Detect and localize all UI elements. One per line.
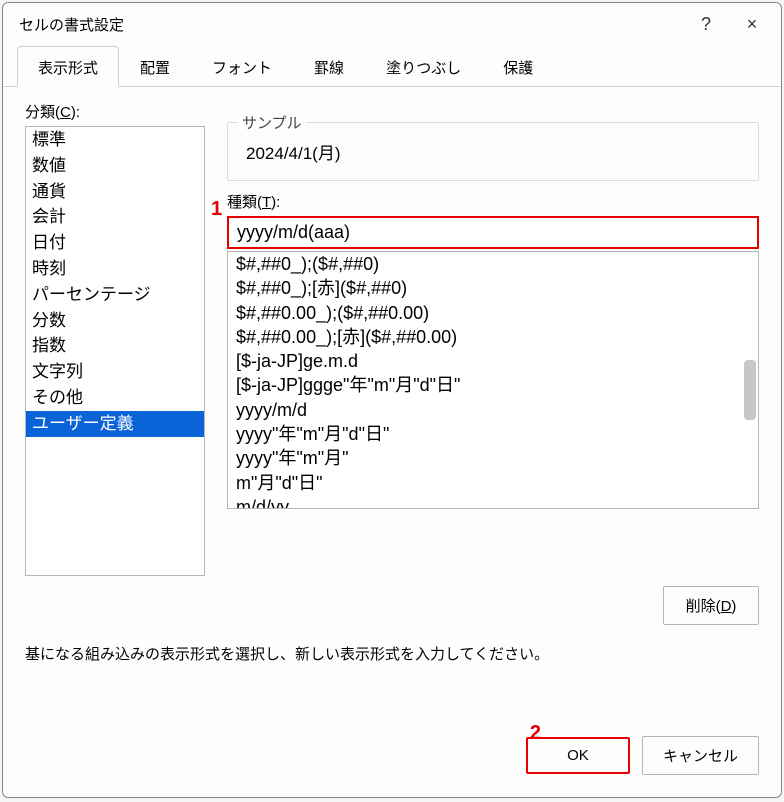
tab-content: 分類(C): 標準 数値 通貨 会計 日付 時刻 パーセンテージ 分数 指数 文… xyxy=(3,87,781,722)
list-item[interactable]: 会計 xyxy=(26,204,204,230)
close-button[interactable]: × xyxy=(729,3,775,45)
type-input[interactable] xyxy=(227,216,759,249)
list-item[interactable]: $#,##0_);[赤]($#,##0) xyxy=(228,276,758,300)
list-item[interactable]: yyyy"年"m"月" xyxy=(228,446,758,470)
list-item[interactable]: 文字列 xyxy=(26,359,204,385)
tab-fill[interactable]: 塗りつぶし xyxy=(365,46,482,87)
category-label: 分類(C): xyxy=(25,101,205,122)
list-item[interactable]: 通貨 xyxy=(26,179,204,205)
tab-protection[interactable]: 保護 xyxy=(482,46,554,87)
list-item[interactable]: 時刻 xyxy=(26,256,204,282)
list-item[interactable]: $#,##0_);($#,##0) xyxy=(228,252,758,276)
type-label: 種類(T): xyxy=(227,191,759,212)
list-item[interactable]: [$-ja-JP]ggge"年"m"月"d"日" xyxy=(228,373,758,397)
list-item[interactable]: $#,##0.00_);($#,##0.00) xyxy=(228,301,758,325)
tab-border[interactable]: 罫線 xyxy=(293,46,365,87)
category-listbox[interactable]: 標準 数値 通貨 会計 日付 時刻 パーセンテージ 分数 指数 文字列 その他 … xyxy=(25,126,205,576)
sample-legend: サンプル xyxy=(238,112,306,133)
list-item[interactable]: m"月"d"日" xyxy=(228,471,758,495)
list-item[interactable]: 数値 xyxy=(26,153,204,179)
list-item[interactable]: m/d/yy xyxy=(228,495,758,509)
type-listbox[interactable]: $#,##0_);($#,##0) $#,##0_);[赤]($#,##0) $… xyxy=(227,251,759,509)
cancel-button[interactable]: キャンセル xyxy=(642,736,759,775)
delete-button[interactable]: 削除(D) xyxy=(663,586,759,625)
list-item[interactable]: yyyy/m/d xyxy=(228,398,758,422)
list-item[interactable]: 標準 xyxy=(26,127,204,153)
list-item[interactable]: パーセンテージ xyxy=(26,282,204,308)
format-cells-dialog: セルの書式設定 ? × 表示形式 配置 フォント 罫線 塗りつぶし 保護 分類(… xyxy=(2,2,782,798)
list-item[interactable]: $#,##0.00_);[赤]($#,##0.00) xyxy=(228,325,758,349)
sample-value: 2024/4/1(月) xyxy=(242,131,744,166)
list-item[interactable]: ユーザー定義 xyxy=(26,411,204,437)
dialog-footer: 2 OK キャンセル xyxy=(3,722,781,797)
list-item[interactable]: [$-ja-JP]ge.m.d xyxy=(228,349,758,373)
list-item[interactable]: yyyy"年"m"月"d"日" xyxy=(228,422,758,446)
type-input-wrap: 1 xyxy=(227,216,759,249)
titlebar: セルの書式設定 ? × xyxy=(3,3,781,45)
tab-alignment[interactable]: 配置 xyxy=(119,46,191,87)
list-item[interactable]: 指数 xyxy=(26,333,204,359)
help-button[interactable]: ? xyxy=(683,3,729,45)
list-item[interactable]: その他 xyxy=(26,385,204,411)
help-text: 基になる組み込みの表示形式を選択し、新しい表示形式を入力してください。 xyxy=(25,629,759,664)
ok-button[interactable]: OK xyxy=(526,737,630,774)
scrollbar-thumb[interactable] xyxy=(744,360,756,420)
tab-font[interactable]: フォント xyxy=(191,46,293,87)
annotation-1: 1 xyxy=(211,198,222,221)
list-item[interactable]: 日付 xyxy=(26,230,204,256)
tabstrip: 表示形式 配置 フォント 罫線 塗りつぶし 保護 xyxy=(3,45,781,87)
annotation-2: 2 xyxy=(530,722,541,745)
window-title: セルの書式設定 xyxy=(19,14,683,35)
list-item[interactable]: 分数 xyxy=(26,308,204,334)
sample-group: サンプル 2024/4/1(月) xyxy=(227,122,759,181)
tab-number-format[interactable]: 表示形式 xyxy=(17,46,119,87)
